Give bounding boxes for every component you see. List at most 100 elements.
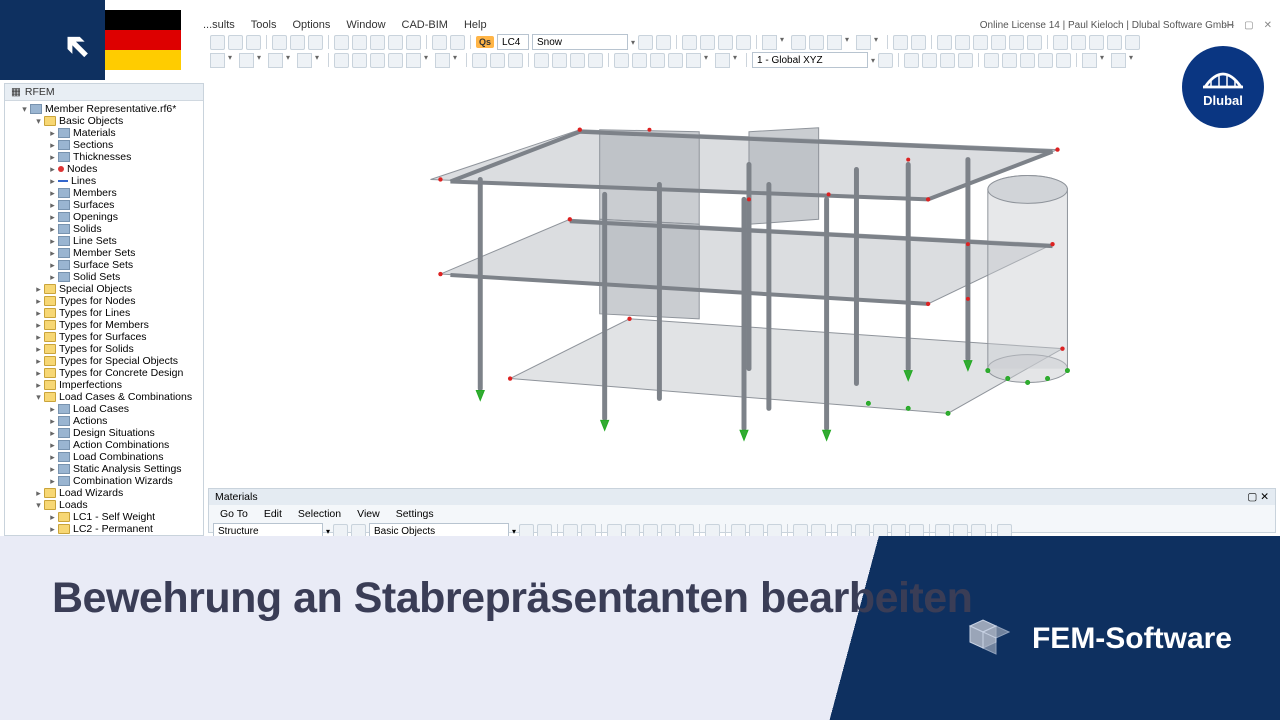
tb-btn[interactable] [308, 35, 323, 50]
tree-tmembers[interactable]: Types for Members [59, 319, 149, 331]
menu-cadbim[interactable]: CAD-BIM [394, 19, 456, 31]
coord-system-select[interactable]: 1 - Global XYZ [752, 52, 868, 68]
tb-btn[interactable] [352, 35, 367, 50]
tb-btn[interactable] [856, 35, 871, 50]
mat-menu-selection[interactable]: Selection [291, 507, 348, 521]
tb-btn[interactable] [450, 35, 465, 50]
tb-btn[interactable] [228, 35, 243, 50]
tb-btn[interactable] [686, 53, 701, 68]
tb-btn[interactable] [958, 53, 973, 68]
mat-menu-view[interactable]: View [350, 507, 387, 521]
tree-membersets[interactable]: Member Sets [73, 247, 135, 259]
tb-btn[interactable] [272, 35, 287, 50]
tb-btn[interactable] [940, 53, 955, 68]
tb-btn[interactable] [370, 53, 385, 68]
tree-solids[interactable]: Solids [73, 223, 102, 235]
model-tree[interactable]: ▾Member Representative.rf6* ▾Basic Objec… [5, 101, 203, 536]
mat-menu-edit[interactable]: Edit [257, 507, 289, 521]
tree-tsolids[interactable]: Types for Solids [59, 343, 134, 355]
tb-btn[interactable] [682, 35, 697, 50]
tree-sections[interactable]: Sections [73, 139, 113, 151]
tb-btn[interactable] [809, 35, 824, 50]
lc-name[interactable]: Snow [532, 34, 628, 50]
tree-lc2[interactable]: LC2 - Permanent [73, 523, 153, 535]
tb-btn[interactable] [534, 53, 549, 68]
tb-btn[interactable] [388, 53, 403, 68]
tb-btn[interactable] [1125, 35, 1140, 50]
tb-btn[interactable] [1002, 53, 1017, 68]
tb-btn[interactable] [911, 35, 926, 50]
tb-btn[interactable] [570, 53, 585, 68]
tb-btn[interactable] [668, 53, 683, 68]
tree-solidsets[interactable]: Solid Sets [73, 271, 120, 283]
tree-linesets[interactable]: Line Sets [73, 235, 117, 247]
pin-icon[interactable]: ▢ [1247, 491, 1257, 503]
tree-tlines[interactable]: Types for Lines [59, 307, 130, 319]
tb-btn[interactable] [904, 53, 919, 68]
tree-loadwiz[interactable]: Load Wizards [59, 487, 123, 499]
tree-loadcases[interactable]: Load Cases [73, 403, 129, 415]
tb-btn[interactable] [490, 53, 505, 68]
tb-btn[interactable] [614, 53, 629, 68]
tb-btn[interactable] [246, 35, 261, 50]
close-icon[interactable]: ✕ [1264, 20, 1272, 31]
mat-menu-goto[interactable]: Go To [213, 507, 255, 521]
tree-model[interactable]: Member Representative.rf6* [45, 103, 176, 115]
tb-btn[interactable] [878, 53, 893, 68]
tree-loadcomb[interactable]: Load Combinations [73, 451, 163, 463]
tree-loads[interactable]: Loads [59, 499, 88, 511]
tree-surfaces[interactable]: Surfaces [73, 199, 114, 211]
tb-btn[interactable] [290, 35, 305, 50]
tree-basic[interactable]: Basic Objects [59, 115, 123, 127]
tb-btn[interactable] [435, 53, 450, 68]
tb-btn[interactable] [297, 53, 312, 68]
tb-btn[interactable] [1020, 53, 1035, 68]
tree-surfacesets[interactable]: Surface Sets [73, 259, 133, 271]
tb-btn[interactable] [973, 35, 988, 50]
tb-btn[interactable] [1111, 53, 1126, 68]
tree-tsurfaces[interactable]: Types for Surfaces [59, 331, 147, 343]
tb-btn[interactable] [762, 35, 777, 50]
tb-btn[interactable] [791, 35, 806, 50]
menu-options[interactable]: Options [284, 19, 338, 31]
lc-code[interactable]: LC4 [497, 34, 529, 50]
tb-btn[interactable] [632, 53, 647, 68]
tb-btn[interactable] [552, 53, 567, 68]
model-viewport[interactable]: ⬉ [208, 70, 1280, 488]
tb-btn[interactable] [1038, 53, 1053, 68]
tree-actioncomb[interactable]: Action Combinations [73, 439, 169, 451]
tree-materials[interactable]: Materials [73, 127, 116, 139]
tb-btn[interactable] [239, 53, 254, 68]
tb-btn[interactable] [472, 53, 487, 68]
tb-btn[interactable] [827, 35, 842, 50]
tree-nodes[interactable]: Nodes [67, 163, 97, 175]
tb-btn[interactable] [1107, 35, 1122, 50]
tb-btn[interactable] [718, 35, 733, 50]
tree-lines[interactable]: Lines [71, 175, 96, 187]
tree-combwiz[interactable]: Combination Wizards [73, 475, 173, 487]
tb-btn[interactable] [1009, 35, 1024, 50]
tb-btn[interactable] [638, 35, 653, 50]
tree-designsit[interactable]: Design Situations [73, 427, 155, 439]
tb-btn[interactable] [1053, 35, 1068, 50]
tb-btn[interactable] [984, 53, 999, 68]
menu-window[interactable]: Window [338, 19, 393, 31]
tb-btn[interactable] [937, 35, 952, 50]
tb-btn[interactable] [715, 53, 730, 68]
tb-btn[interactable] [588, 53, 603, 68]
tree-actions[interactable]: Actions [73, 415, 107, 427]
tb-btn[interactable] [432, 35, 447, 50]
tb-btn[interactable] [268, 53, 283, 68]
tb-btn[interactable] [1089, 35, 1104, 50]
tb-btn[interactable] [1027, 35, 1042, 50]
tb-btn[interactable] [334, 35, 349, 50]
tree-lc1[interactable]: LC1 - Self Weight [73, 511, 155, 523]
mat-menu-settings[interactable]: Settings [389, 507, 441, 521]
tb-btn[interactable] [955, 35, 970, 50]
tree-tspecial[interactable]: Types for Special Objects [59, 355, 178, 367]
tb-btn[interactable] [700, 35, 715, 50]
tb-btn[interactable] [922, 53, 937, 68]
menu-results[interactable]: ...sults [195, 19, 243, 31]
tb-btn[interactable] [210, 53, 225, 68]
tb-btn[interactable] [508, 53, 523, 68]
